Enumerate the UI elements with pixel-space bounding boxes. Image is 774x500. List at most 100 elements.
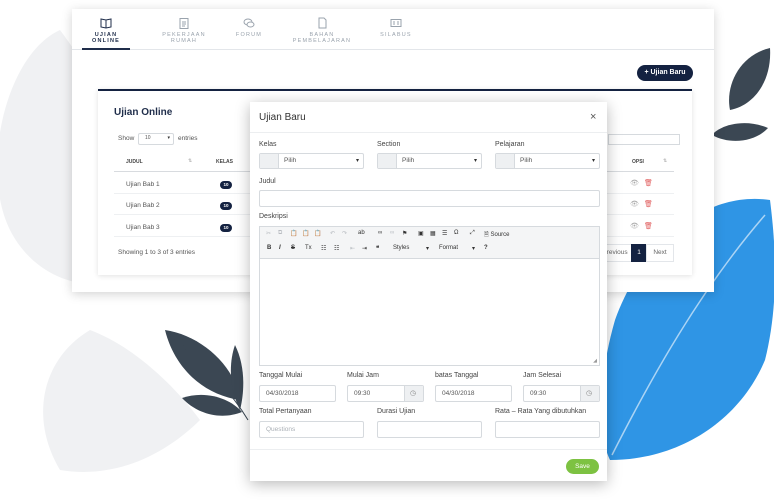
total-pertanyaan-label: Total Pertanyaan	[259, 408, 312, 415]
chevron-down-icon: ▾	[355, 158, 359, 164]
new-exam-button[interactable]: + Ujian Baru	[637, 65, 693, 81]
section-select[interactable]: Pilih ▾	[377, 153, 482, 169]
pencil-icon	[378, 154, 397, 168]
pagination-next[interactable]: Next	[646, 244, 674, 262]
table-info: Showing 1 to 3 of 3 entries	[118, 249, 195, 256]
row-title[interactable]: Ujian Bab 2	[126, 202, 160, 209]
kelas-label: Kelas	[259, 141, 277, 148]
editor-toolbar: ✂ ⧉ 📋 📋 📋 ↶ ↷ ab ∞ ∞ ⚑ ▣ ▦ ☰ Ω ⤢ 🗎 Sourc…	[260, 227, 599, 259]
styles-dropdown[interactable]: Styles ▾	[390, 243, 432, 253]
dark-leaf-right	[712, 123, 768, 141]
sort-icon[interactable]: ⇅	[188, 158, 192, 164]
batas-tanggal-label: batas Tanggal	[435, 372, 479, 379]
image-icon[interactable]: ▣	[418, 230, 424, 237]
dark-leaf-bottom-3	[230, 345, 244, 410]
chat-icon	[243, 18, 255, 28]
tab-ujian-online[interactable]: UJIAN ONLINE	[82, 17, 130, 50]
mulai-jam-label: Mulai Jam	[347, 372, 379, 379]
show-label: Show	[118, 135, 135, 142]
class-badge: 10	[220, 224, 232, 232]
anchor-flag-icon[interactable]: ⚑	[402, 230, 407, 237]
judul-input[interactable]	[259, 190, 600, 207]
close-icon[interactable]: ×	[590, 111, 596, 123]
outdent-icon[interactable]: ⇤	[350, 245, 355, 252]
paste-word-icon[interactable]: 📋	[314, 230, 321, 237]
help-icon[interactable]: ?	[484, 245, 488, 251]
clipboard-icon	[179, 18, 189, 29]
paste-icon[interactable]: 📋	[290, 230, 297, 237]
rata-input[interactable]	[495, 421, 600, 438]
batas-tanggal-input[interactable]: 04/30/2018	[435, 385, 512, 402]
bold-icon[interactable]: B	[267, 245, 271, 251]
format-dropdown[interactable]: Format ▾	[436, 243, 478, 253]
book-icon	[496, 154, 515, 168]
rata-label: Rata – Rata Yang dibutuhkan	[495, 408, 587, 415]
link-icon[interactable]: ∞	[378, 230, 382, 236]
tanggal-mulai-label: Tanggal Mulai	[259, 372, 303, 379]
dark-leaf-top-right	[729, 48, 771, 110]
spellcheck-icon[interactable]: ab	[358, 230, 365, 236]
durasi-label: Durasi Ujian	[377, 408, 416, 415]
cut-icon[interactable]: ✂	[266, 230, 271, 237]
view-icon[interactable]: 👁	[630, 200, 639, 208]
modal-title: Ujian Baru	[259, 112, 306, 123]
trash-icon[interactable]: 🗑	[644, 179, 653, 187]
clock-icon[interactable]: ◷	[580, 386, 599, 401]
new-exam-modal: Ujian Baru × Kelas Pilih ▾ Section Pilih…	[250, 102, 607, 481]
strikethrough-icon[interactable]: S	[291, 245, 295, 251]
jam-selesai-label: Jam Selesai	[523, 372, 562, 379]
column-header-judul[interactable]: JUDUL	[126, 159, 143, 165]
unlink-icon[interactable]: ∞	[390, 230, 394, 236]
card-title: Ujian Online	[114, 107, 173, 118]
jam-selesai-input[interactable]: 09:30 ◷	[523, 385, 600, 402]
italic-icon[interactable]: I	[279, 245, 281, 251]
special-char-icon[interactable]: Ω	[454, 230, 459, 236]
trash-icon[interactable]: 🗑	[644, 222, 653, 230]
kelas-select[interactable]: Pilih ▾	[259, 153, 364, 169]
column-header-opsi[interactable]: OPSI	[632, 159, 644, 165]
pagination-page-1[interactable]: 1	[631, 244, 647, 262]
total-pertanyaan-input[interactable]: Questions	[259, 421, 364, 438]
clock-icon[interactable]: ◷	[404, 386, 423, 401]
tab-silabus[interactable]: SILABUS	[376, 17, 416, 49]
judul-label: Judul	[259, 178, 276, 185]
indent-icon[interactable]: ⇥	[362, 245, 367, 252]
durasi-input[interactable]	[377, 421, 482, 438]
maximize-icon[interactable]: ⤢	[470, 230, 475, 237]
chevron-down-icon: ▾	[472, 246, 476, 252]
sort-icon[interactable]: ⇅	[663, 158, 667, 164]
entries-label: entries	[178, 135, 198, 142]
editor-content-area[interactable]	[260, 259, 599, 363]
tab-pekerjaan-rumah[interactable]: PEKERJAAN RUMAH	[148, 17, 220, 49]
column-header-kelas[interactable]: KELAS	[216, 159, 233, 165]
gallery-icon	[390, 19, 402, 27]
row-title[interactable]: Ujian Bab 3	[126, 224, 160, 231]
bulleted-list-icon[interactable]: ☷	[334, 245, 339, 252]
view-icon[interactable]: 👁	[630, 179, 639, 187]
pelajaran-label: Pelajaran	[495, 141, 525, 148]
trash-icon[interactable]: 🗑	[644, 200, 653, 208]
copy-icon[interactable]: ⧉	[278, 230, 282, 237]
pelajaran-select[interactable]: Pilih ▾	[495, 153, 600, 169]
view-icon[interactable]: 👁	[630, 222, 639, 230]
search-input[interactable]	[608, 134, 680, 145]
tab-bahan-pembelajaran[interactable]: BAHAN PEMBELAJARAN	[280, 17, 364, 49]
undo-icon[interactable]: ↶	[330, 230, 335, 237]
resize-handle-icon[interactable]: ◢	[593, 358, 597, 364]
table-icon[interactable]: ▦	[430, 230, 436, 237]
row-title[interactable]: Ujian Bab 1	[126, 181, 160, 188]
paste-text-icon[interactable]: 📋	[302, 230, 309, 237]
remove-format-icon[interactable]: Tx	[305, 245, 312, 251]
class-badge: 10	[220, 202, 232, 210]
save-button[interactable]: Save	[566, 459, 599, 474]
tanggal-mulai-input[interactable]: 04/30/2018	[259, 385, 336, 402]
source-button[interactable]: 🗎 Source	[484, 230, 510, 240]
chevron-down-icon: ▾	[426, 246, 430, 252]
tab-forum[interactable]: FORUM	[232, 17, 266, 49]
numbered-list-icon[interactable]: ☷	[321, 245, 326, 252]
blockquote-icon[interactable]: ❝	[376, 245, 379, 252]
horizontal-line-icon[interactable]: ☰	[442, 230, 447, 237]
page-size-select[interactable]: 10 ▾	[138, 133, 174, 145]
redo-icon[interactable]: ↷	[342, 230, 347, 237]
mulai-jam-input[interactable]: 09:30 ◷	[347, 385, 424, 402]
